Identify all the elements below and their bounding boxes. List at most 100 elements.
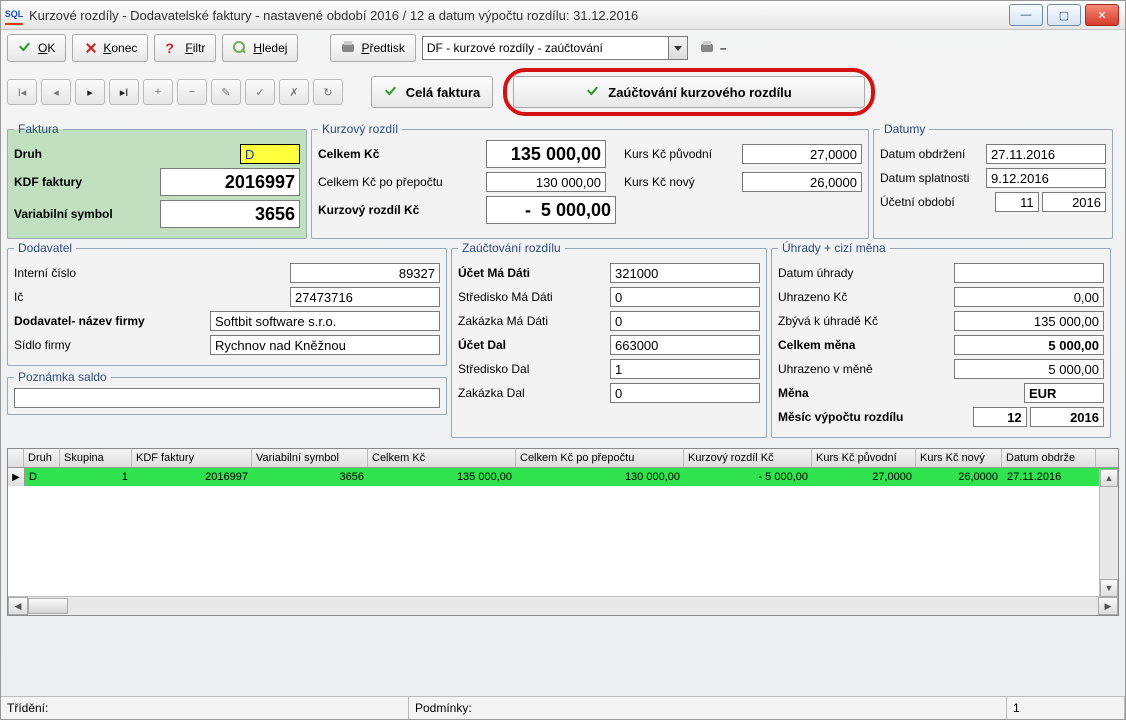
label-rozdil: Kurzový rozdíl Kč: [318, 203, 478, 217]
nav-prev[interactable]: ◂: [41, 79, 71, 105]
input-uhrazeno-mena[interactable]: [954, 359, 1104, 379]
input-ucetni-rok[interactable]: [1042, 192, 1106, 212]
input-rok[interactable]: [1030, 407, 1104, 427]
input-str-dal[interactable]: [610, 359, 760, 379]
panel-dodavatel: Dodavatel Interní číslo Ič Dodavatel- ná…: [7, 241, 447, 366]
ok-button[interactable]: OK: [7, 34, 66, 62]
input-ucet-dal[interactable]: [610, 335, 760, 355]
scroll-thumb[interactable]: [28, 598, 68, 614]
cell-skupina: 1: [61, 471, 133, 483]
cell-celkem: 135 000,00: [369, 471, 517, 483]
search-icon: [233, 41, 247, 55]
nav-remove[interactable]: −: [177, 79, 207, 105]
input-celkem-kc[interactable]: [486, 140, 606, 168]
report-combo[interactable]: DF - kurzové rozdíly - zaúčtování: [422, 36, 688, 60]
scroll-left-icon[interactable]: ◀: [8, 597, 28, 615]
label-mesic-vypoctu: Měsíc výpočtu rozdílu: [778, 410, 903, 424]
label-kurs-novy: Kurs Kč nový: [624, 175, 734, 189]
input-mesic[interactable]: [973, 407, 1027, 427]
col-skupina[interactable]: Skupina: [60, 449, 132, 467]
input-zak-dal[interactable]: [610, 383, 760, 403]
input-celkem-prepocet[interactable]: [486, 172, 606, 192]
input-ic[interactable]: [290, 287, 440, 307]
panel-faktura: Faktura Druh KDF faktury Variabilní symb…: [7, 122, 307, 239]
print-icon[interactable]: [700, 41, 714, 55]
col-datum-obdr[interactable]: Datum obdrže: [1002, 449, 1096, 467]
col-kurs-puv[interactable]: Kurs Kč původní: [812, 449, 916, 467]
status-podminky: Podmínky:: [409, 697, 1007, 719]
input-zak-md[interactable]: [610, 311, 760, 331]
label-splatnost: Datum splatnosti: [880, 171, 969, 185]
input-vs[interactable]: [160, 200, 300, 228]
col-rozdil[interactable]: Kurzový rozdíl Kč: [684, 449, 812, 467]
label-zak-md: Zakázka Má Dáti: [458, 314, 548, 328]
col-vs[interactable]: Variabilní symbol: [252, 449, 368, 467]
minimize-button[interactable]: —: [1009, 4, 1043, 26]
predtisk-button[interactable]: Předtisk: [330, 34, 415, 62]
nav-cancel[interactable]: ✗: [279, 79, 309, 105]
label-uhrazeno-kc: Uhrazeno Kč: [778, 290, 847, 304]
nav-next[interactable]: ▸: [75, 79, 105, 105]
label-ucetni-obdobi: Účetní období: [880, 195, 955, 209]
input-datum-uhrady[interactable]: [954, 263, 1104, 283]
input-kurs-puvodni[interactable]: [742, 144, 862, 164]
col-celkem-prepocet[interactable]: Celkem Kč po přepočtu: [516, 449, 684, 467]
hledej-button[interactable]: Hledej: [222, 34, 298, 62]
input-poznamka[interactable]: [14, 388, 440, 408]
col-celkem[interactable]: Celkem Kč: [368, 449, 516, 467]
panel-poznamka: Poznámka saldo: [7, 370, 447, 415]
cela-faktura-button[interactable]: Celá faktura: [371, 76, 493, 108]
input-sidlo-firmy[interactable]: [210, 335, 440, 355]
input-mena[interactable]: [1024, 383, 1104, 403]
input-interni-cislo[interactable]: [290, 263, 440, 283]
label-sidlo-firmy: Sídlo firmy: [14, 338, 71, 352]
status-trideni: Třídění:: [1, 697, 409, 719]
grid-vscrollbar[interactable]: ▲ ▼: [1099, 469, 1118, 597]
nav-add[interactable]: +: [143, 79, 173, 105]
scroll-right-icon[interactable]: ▶: [1098, 597, 1118, 615]
zauctovani-button[interactable]: Zaúčtování kurzového rozdílu: [513, 76, 865, 108]
col-kurs-novy[interactable]: Kurs Kč nový: [916, 449, 1002, 467]
cell-vs: 3656: [253, 471, 369, 483]
label-druh: Druh: [14, 147, 42, 161]
grid-hscrollbar[interactable]: ◀ ▶: [8, 596, 1118, 615]
input-celkem-mena[interactable]: [954, 335, 1104, 355]
input-obdrzeni[interactable]: [986, 144, 1106, 164]
nav-last[interactable]: ▸I: [109, 79, 139, 105]
input-ucet-md[interactable]: [610, 263, 760, 283]
konec-button[interactable]: Konec: [72, 34, 148, 62]
col-kdf[interactable]: KDF faktury: [132, 449, 252, 467]
cell-rozdil: - 5 000,00: [685, 471, 813, 483]
input-uhrazeno-kc[interactable]: [954, 287, 1104, 307]
input-nazev-firmy[interactable]: [210, 311, 440, 331]
question-icon: ?: [165, 41, 179, 55]
highlight-callout: Zaúčtování kurzového rozdílu: [503, 68, 875, 116]
input-str-md[interactable]: [610, 287, 760, 307]
printer-icon: [341, 41, 355, 55]
input-ucetni-mes[interactable]: [995, 192, 1039, 212]
table-row[interactable]: ▶ D 1 2016997 3656 135 000,00 130 000,00…: [8, 468, 1118, 486]
check-icon: [586, 85, 600, 99]
input-splatnost[interactable]: [986, 168, 1106, 188]
input-rozdil[interactable]: [486, 196, 616, 224]
filtr-button[interactable]: ? Filtr: [154, 34, 216, 62]
nav-confirm[interactable]: ✓: [245, 79, 275, 105]
scroll-down-icon[interactable]: ▼: [1100, 579, 1118, 597]
scroll-up-icon[interactable]: ▲: [1100, 469, 1118, 487]
close-button[interactable]: ✕: [1085, 4, 1119, 26]
nav-first[interactable]: I◂: [7, 79, 37, 105]
data-grid[interactable]: Druh Skupina KDF faktury Variabilní symb…: [7, 448, 1119, 616]
label-ucet-dal: Účet Dal: [458, 338, 506, 352]
input-kurs-novy[interactable]: [742, 172, 862, 192]
legend-faktura: Faktura: [14, 122, 63, 136]
col-druh[interactable]: Druh: [24, 449, 60, 467]
label-zbyva: Zbývá k úhradě Kč: [778, 314, 878, 328]
nav-edit[interactable]: ✎: [211, 79, 241, 105]
nav-row: I◂ ◂ ▸ ▸I + − ✎ ✓ ✗ ↻ Celá faktura Zaúčt…: [1, 66, 1125, 122]
input-kdf[interactable]: [160, 168, 300, 196]
input-druh[interactable]: [240, 144, 300, 164]
input-zbyva[interactable]: [954, 311, 1104, 331]
label-celkem-kc: Celkem Kč: [318, 147, 478, 161]
maximize-button[interactable]: ▢: [1047, 4, 1081, 26]
nav-refresh[interactable]: ↻: [313, 79, 343, 105]
